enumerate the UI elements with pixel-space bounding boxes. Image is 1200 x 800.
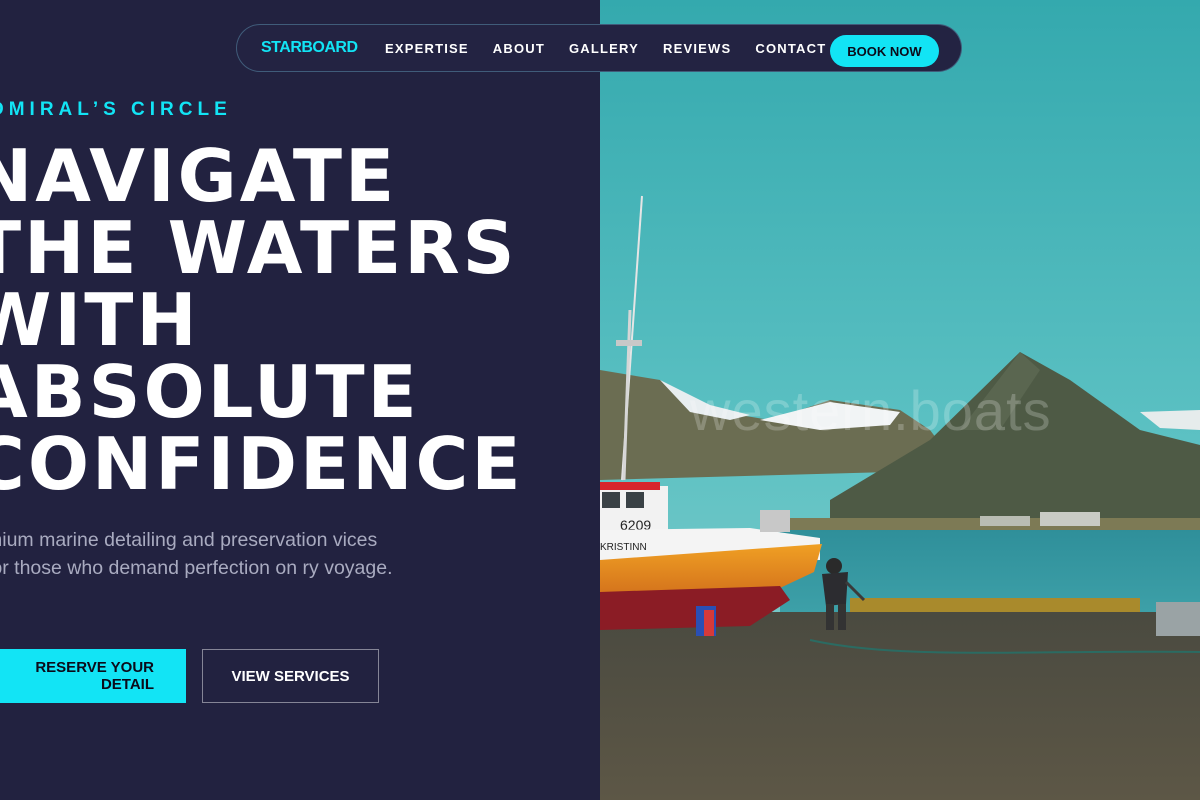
headline-line-1: NAVIGATE — [0, 134, 398, 218]
headline-line-2: THE WATERS — [0, 206, 518, 290]
hero-eyebrow: DMIRAL’S CIRCLE — [0, 99, 232, 120]
nav-link-expertise[interactable]: EXPERTISE — [385, 41, 469, 56]
nav-link-contact[interactable]: CONTACT — [755, 41, 826, 56]
boat-name: KRISTINN — [600, 542, 647, 553]
nav-link-about[interactable]: ABOUT — [493, 41, 545, 56]
hero-headline: NAVIGATE THE WATERS WITH ABSOLUTE CONFID… — [0, 140, 524, 500]
headline-line-5: CONFIDENCE — [0, 422, 524, 506]
brand-logo[interactable]: STARBOARD — [261, 39, 358, 57]
view-services-button[interactable]: VIEW SERVICES — [202, 649, 379, 703]
hero-subtext: mium marine detailing and preservation v… — [0, 529, 393, 579]
headline-line-3: WITH — [0, 278, 200, 362]
nav-link-reviews[interactable]: REVIEWS — [663, 41, 731, 56]
nav-links: EXPERTISE ABOUT GALLERY REVIEWS CONTACT — [385, 41, 850, 56]
image-watermark: western.boats — [690, 379, 1052, 442]
headline-line-4: ABSOLUTE — [0, 350, 420, 434]
hero-photo: 6209 KRISTINN western.boats — [600, 0, 1200, 800]
reserve-detail-button[interactable]: RESERVE YOUR DETAIL — [0, 649, 186, 703]
top-nav: STARBOARD EXPERTISE ABOUT GALLERY REVIEW… — [236, 24, 962, 72]
nav-link-gallery[interactable]: GALLERY — [569, 41, 639, 56]
book-now-button[interactable]: BOOK NOW — [830, 35, 939, 67]
